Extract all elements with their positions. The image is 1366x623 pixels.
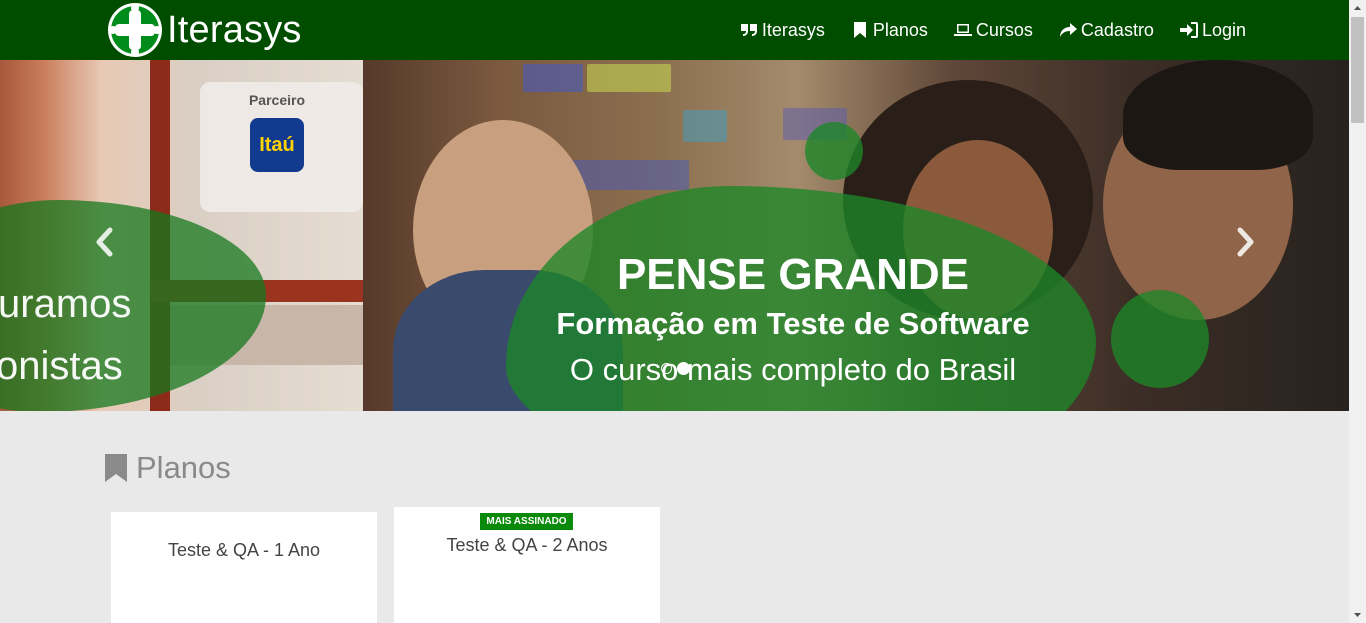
sign-in-icon (1179, 22, 1198, 38)
hero-carousel: Parceiro Itaú uramos onistas PENSE GRAND… (0, 60, 1349, 411)
nav-item-cursos[interactable]: Cursos (953, 19, 1033, 41)
carousel-indicators (661, 362, 695, 375)
share-icon (1059, 23, 1077, 37)
bookmark-icon (853, 22, 866, 38)
nav-item-label: Planos (872, 19, 928, 40)
section-title-text: Planos (136, 450, 231, 485)
brand-link[interactable]: Iterasys (107, 2, 302, 58)
nav-item-label: Iterasys (761, 19, 825, 40)
quote-icon (740, 24, 757, 36)
carousel-indicator-active[interactable] (677, 362, 690, 375)
most-subscribed-badge: MAIS ASSINADO (480, 513, 573, 530)
slide-tagline: O curso mais completo do Brasil (569, 352, 1017, 387)
plan-name: Teste & QA - 2 Anos (446, 535, 608, 555)
carousel-prev-button[interactable] (90, 222, 120, 262)
page-scrollbar[interactable] (1349, 0, 1366, 623)
nav-item-iterasys[interactable]: Iterasys (740, 20, 825, 41)
slide-title: PENSE GRANDE (616, 250, 970, 299)
nav-item-label: Login (1201, 19, 1246, 40)
nav-item-cadastro[interactable]: Cadastro (1059, 20, 1154, 41)
scrollbar-thumb[interactable] (1351, 17, 1364, 123)
chevron-left-icon (96, 227, 113, 257)
main-nav: Iterasys Planos Cursos Cadastro Login (714, 0, 1246, 60)
plan-card[interactable]: Teste & QA - 1 Ano (111, 512, 377, 623)
bookmark-icon (105, 454, 127, 482)
top-navbar: Iterasys Iterasys Planos Cursos Cadastro… (0, 0, 1349, 60)
itau-logo: Itaú (250, 118, 304, 172)
plan-name: Teste & QA - 1 Ano (167, 540, 321, 560)
partner-label: Parceiro (248, 92, 306, 108)
brand-name: Iterasys (167, 8, 302, 51)
slide-text-line2: onistas (0, 344, 123, 388)
carousel-next-button[interactable] (1230, 222, 1260, 262)
nav-item-label: Cadastro (1080, 19, 1154, 40)
plan-card-featured[interactable]: MAIS ASSINADO Teste & QA - 2 Anos (394, 507, 660, 623)
iterasys-logo-icon (108, 3, 162, 57)
carousel-indicator[interactable] (661, 363, 672, 374)
slide-subtitle: Formação em Teste de Software (556, 306, 1030, 341)
slide-caption: PENSE GRANDE Formação em Teste de Softwa… (363, 60, 1223, 411)
carousel-slide-previous: Parceiro Itaú uramos onistas (0, 60, 363, 411)
partner-box: Parceiro Itaú (200, 82, 363, 212)
laptop-icon (953, 24, 972, 36)
chevron-right-icon (1237, 227, 1254, 257)
nav-item-label: Cursos (975, 19, 1033, 40)
scroll-up-arrow-icon[interactable] (1349, 0, 1366, 16)
section-title-planos: Planos (104, 450, 231, 486)
nav-item-login[interactable]: Login (1179, 19, 1246, 41)
nav-item-planos[interactable]: Planos (851, 20, 928, 41)
slide-text-line1: uramos (0, 282, 132, 326)
scroll-down-arrow-icon[interactable] (1349, 607, 1366, 623)
